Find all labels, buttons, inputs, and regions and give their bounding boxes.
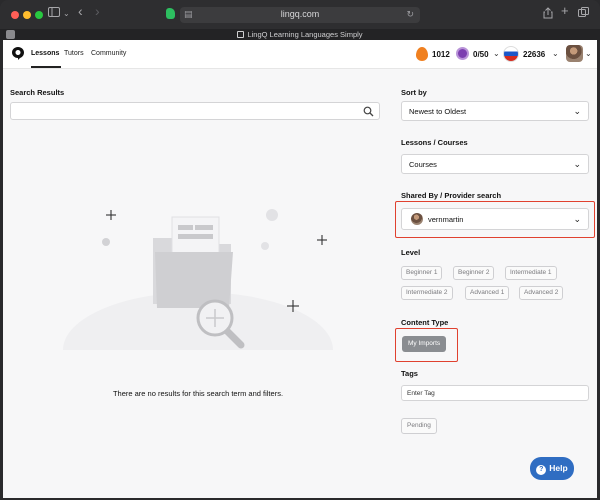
nav-community[interactable]: Community xyxy=(91,50,126,57)
tag-input-box[interactable] xyxy=(401,385,589,401)
browser-toolbar: ⌄ ‹ › ▤ lingq.com ↻ + xyxy=(0,0,600,29)
url-text: lingq.com xyxy=(280,9,320,19)
my-imports-button[interactable]: My Imports xyxy=(402,336,447,352)
sort-by-label: Sort by xyxy=(401,88,427,97)
tag-input[interactable] xyxy=(407,388,582,399)
active-nav-indicator xyxy=(31,66,61,68)
streak-count[interactable]: 1012 xyxy=(432,50,450,59)
evernote-extension-icon[interactable] xyxy=(166,8,175,19)
page-content: Lessons Tutors Community 1012 0/50 ⌄ 226… xyxy=(3,40,597,498)
known-words-count[interactable]: 22636 xyxy=(523,50,545,59)
zoom-window-icon[interactable] xyxy=(35,11,43,19)
streak-flame-icon[interactable] xyxy=(416,47,428,61)
level-chip-advanced-1[interactable]: Advanced 1 xyxy=(465,286,510,300)
forward-button[interactable]: › xyxy=(95,4,100,18)
back-button[interactable]: ‹ xyxy=(78,4,83,18)
level-chip-intermediate-2[interactable]: Intermediate 2 xyxy=(401,286,453,300)
help-icon: ? xyxy=(536,465,547,475)
browser-window: ⌄ ‹ › ▤ lingq.com ↻ + LingQ Learning Lan… xyxy=(0,0,600,500)
level-label: Level xyxy=(401,248,421,257)
nav-tutors[interactable]: Tutors xyxy=(64,50,84,57)
new-tab-icon[interactable]: + xyxy=(561,4,569,18)
reload-icon[interactable]: ↻ xyxy=(406,9,414,20)
address-bar[interactable]: ▤ lingq.com ↻ xyxy=(180,7,420,23)
lessons-courses-label: Lessons / Courses xyxy=(401,138,468,147)
chevron-down-icon: ⌄ xyxy=(573,106,581,116)
share-icon[interactable] xyxy=(543,7,553,23)
tab-overview-icon[interactable] xyxy=(578,7,589,22)
pending-button[interactable]: Pending xyxy=(401,418,437,434)
empty-results-illustration xyxy=(63,209,333,350)
chevron-down-icon: ⌄ xyxy=(573,214,581,224)
content-type-label: Content Type xyxy=(401,318,449,327)
lessons-courses-select[interactable]: Courses ⌄ xyxy=(401,154,589,174)
chevron-down-icon[interactable]: ⌄ xyxy=(493,49,500,58)
chevron-down-icon[interactable]: ⌄ xyxy=(585,49,592,58)
minimize-window-icon[interactable] xyxy=(23,11,31,19)
search-input[interactable] xyxy=(15,105,355,117)
russian-flag-icon[interactable] xyxy=(503,46,519,62)
active-tab[interactable]: LingQ Learning Languages Simply xyxy=(0,29,600,40)
chevron-down-icon: ⌄ xyxy=(573,159,581,169)
tags-label: Tags xyxy=(401,369,418,378)
chevron-down-icon[interactable]: ⌄ xyxy=(552,49,559,58)
shared-by-label: Shared By / Provider search xyxy=(401,191,502,200)
level-chip-beginner-1[interactable]: Beginner 1 xyxy=(401,266,443,280)
daily-goal-count[interactable]: 0/50 xyxy=(473,50,489,59)
search-icon[interactable] xyxy=(363,106,374,117)
search-box[interactable] xyxy=(10,102,380,120)
no-results-message: There are no results for this search ter… xyxy=(112,389,284,398)
daily-goal-icon[interactable] xyxy=(456,47,469,60)
sort-by-select[interactable]: Newest to Oldest ⌄ xyxy=(401,101,589,121)
lessons-courses-value: Courses xyxy=(409,160,437,169)
favicon-icon xyxy=(237,31,245,38)
top-navbar: Lessons Tutors Community 1012 0/50 ⌄ 226… xyxy=(3,40,597,69)
sidebar-toggle-icon[interactable] xyxy=(48,7,60,21)
shared-by-select[interactable]: vernmartin ⌄ xyxy=(401,208,589,230)
close-window-icon[interactable] xyxy=(11,11,19,19)
level-chip-advanced-2[interactable]: Advanced 2 xyxy=(519,286,564,300)
provider-avatar xyxy=(411,213,423,225)
tab-title: LingQ Learning Languages Simply xyxy=(247,30,363,39)
sort-by-value: Newest to Oldest xyxy=(409,107,467,116)
help-button[interactable]: ? Help xyxy=(530,457,574,480)
level-chip-intermediate-1[interactable]: Intermediate 1 xyxy=(505,266,557,280)
level-chip-beginner-2[interactable]: Beginner 2 xyxy=(453,266,495,280)
help-label: Help xyxy=(549,463,568,473)
nav-lessons[interactable]: Lessons xyxy=(31,50,59,57)
chevron-down-icon[interactable]: ⌄ xyxy=(63,7,70,21)
lingq-logo-icon[interactable] xyxy=(11,46,25,61)
user-avatar[interactable] xyxy=(566,45,583,62)
search-results-label: Search Results xyxy=(10,88,65,97)
shared-by-value: vernmartin xyxy=(428,215,464,224)
